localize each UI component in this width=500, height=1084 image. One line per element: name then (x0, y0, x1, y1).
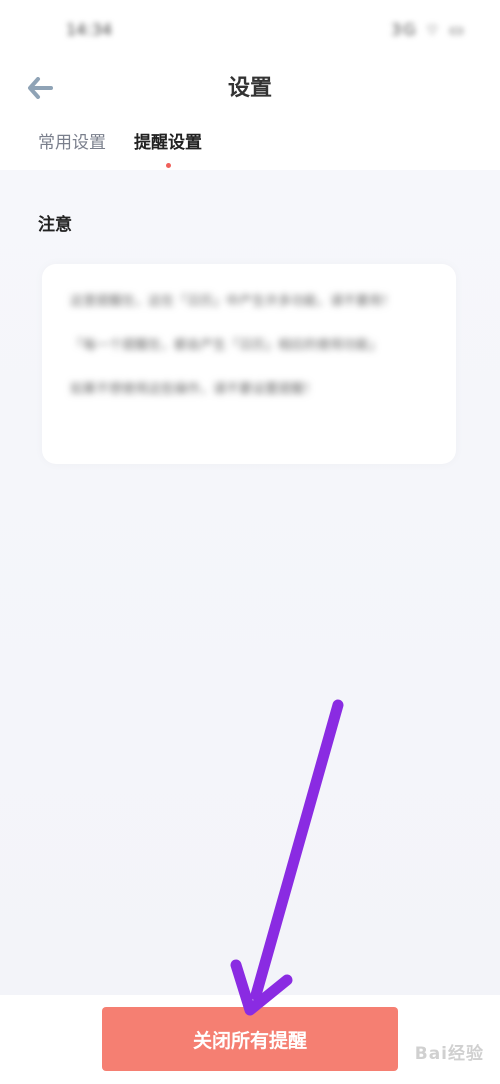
status-time: 14:34 (66, 20, 113, 39)
watermark-logo: Bai经验 (414, 1044, 484, 1064)
close-all-reminders-button[interactable]: 关闭所有提醒 (102, 1007, 398, 1071)
notice-text: 这里提醒在，这在「日历」中产生许多功能，请不要用！ 「每一个提醒在，都会产生「日… (42, 264, 456, 444)
tab-label: 常用设置 (38, 133, 106, 153)
notice-card: 这里提醒在，这在「日历」中产生许多功能，请不要用！ 「每一个提醒在，都会产生「日… (42, 264, 456, 464)
tab-common-settings[interactable]: 常用设置 (38, 128, 106, 153)
tab-label: 提醒设置 (134, 133, 202, 153)
page-title: 设置 (227, 76, 272, 101)
tab-reminder-settings[interactable]: 提醒设置 (134, 128, 202, 168)
notice-paragraph: 如果不想使用这些操作，请不要设置提醒！ (70, 382, 318, 397)
main-content: 注意 这里提醒在，这在「日历」中产生许多功能，请不要用！ 「每一个提醒在，都会产… (0, 170, 500, 995)
notice-title: 注意 (38, 215, 72, 235)
active-tab-indicator (165, 163, 171, 168)
tab-bar: 常用设置 提醒设置 (38, 128, 202, 168)
status-icons: 3G ⌔ ▭ (391, 20, 466, 39)
status-bar: 14:34 3G ⌔ ▭ (0, 0, 500, 60)
notice-paragraph: 「每一个提醒在，都会产生「日历」相应的使用功能」 (70, 338, 383, 353)
notice-paragraph: 这里提醒在，这在「日历」中产生许多功能，请不要用！ (70, 294, 396, 309)
header: 设置 常用设置 提醒设置 (0, 60, 500, 170)
